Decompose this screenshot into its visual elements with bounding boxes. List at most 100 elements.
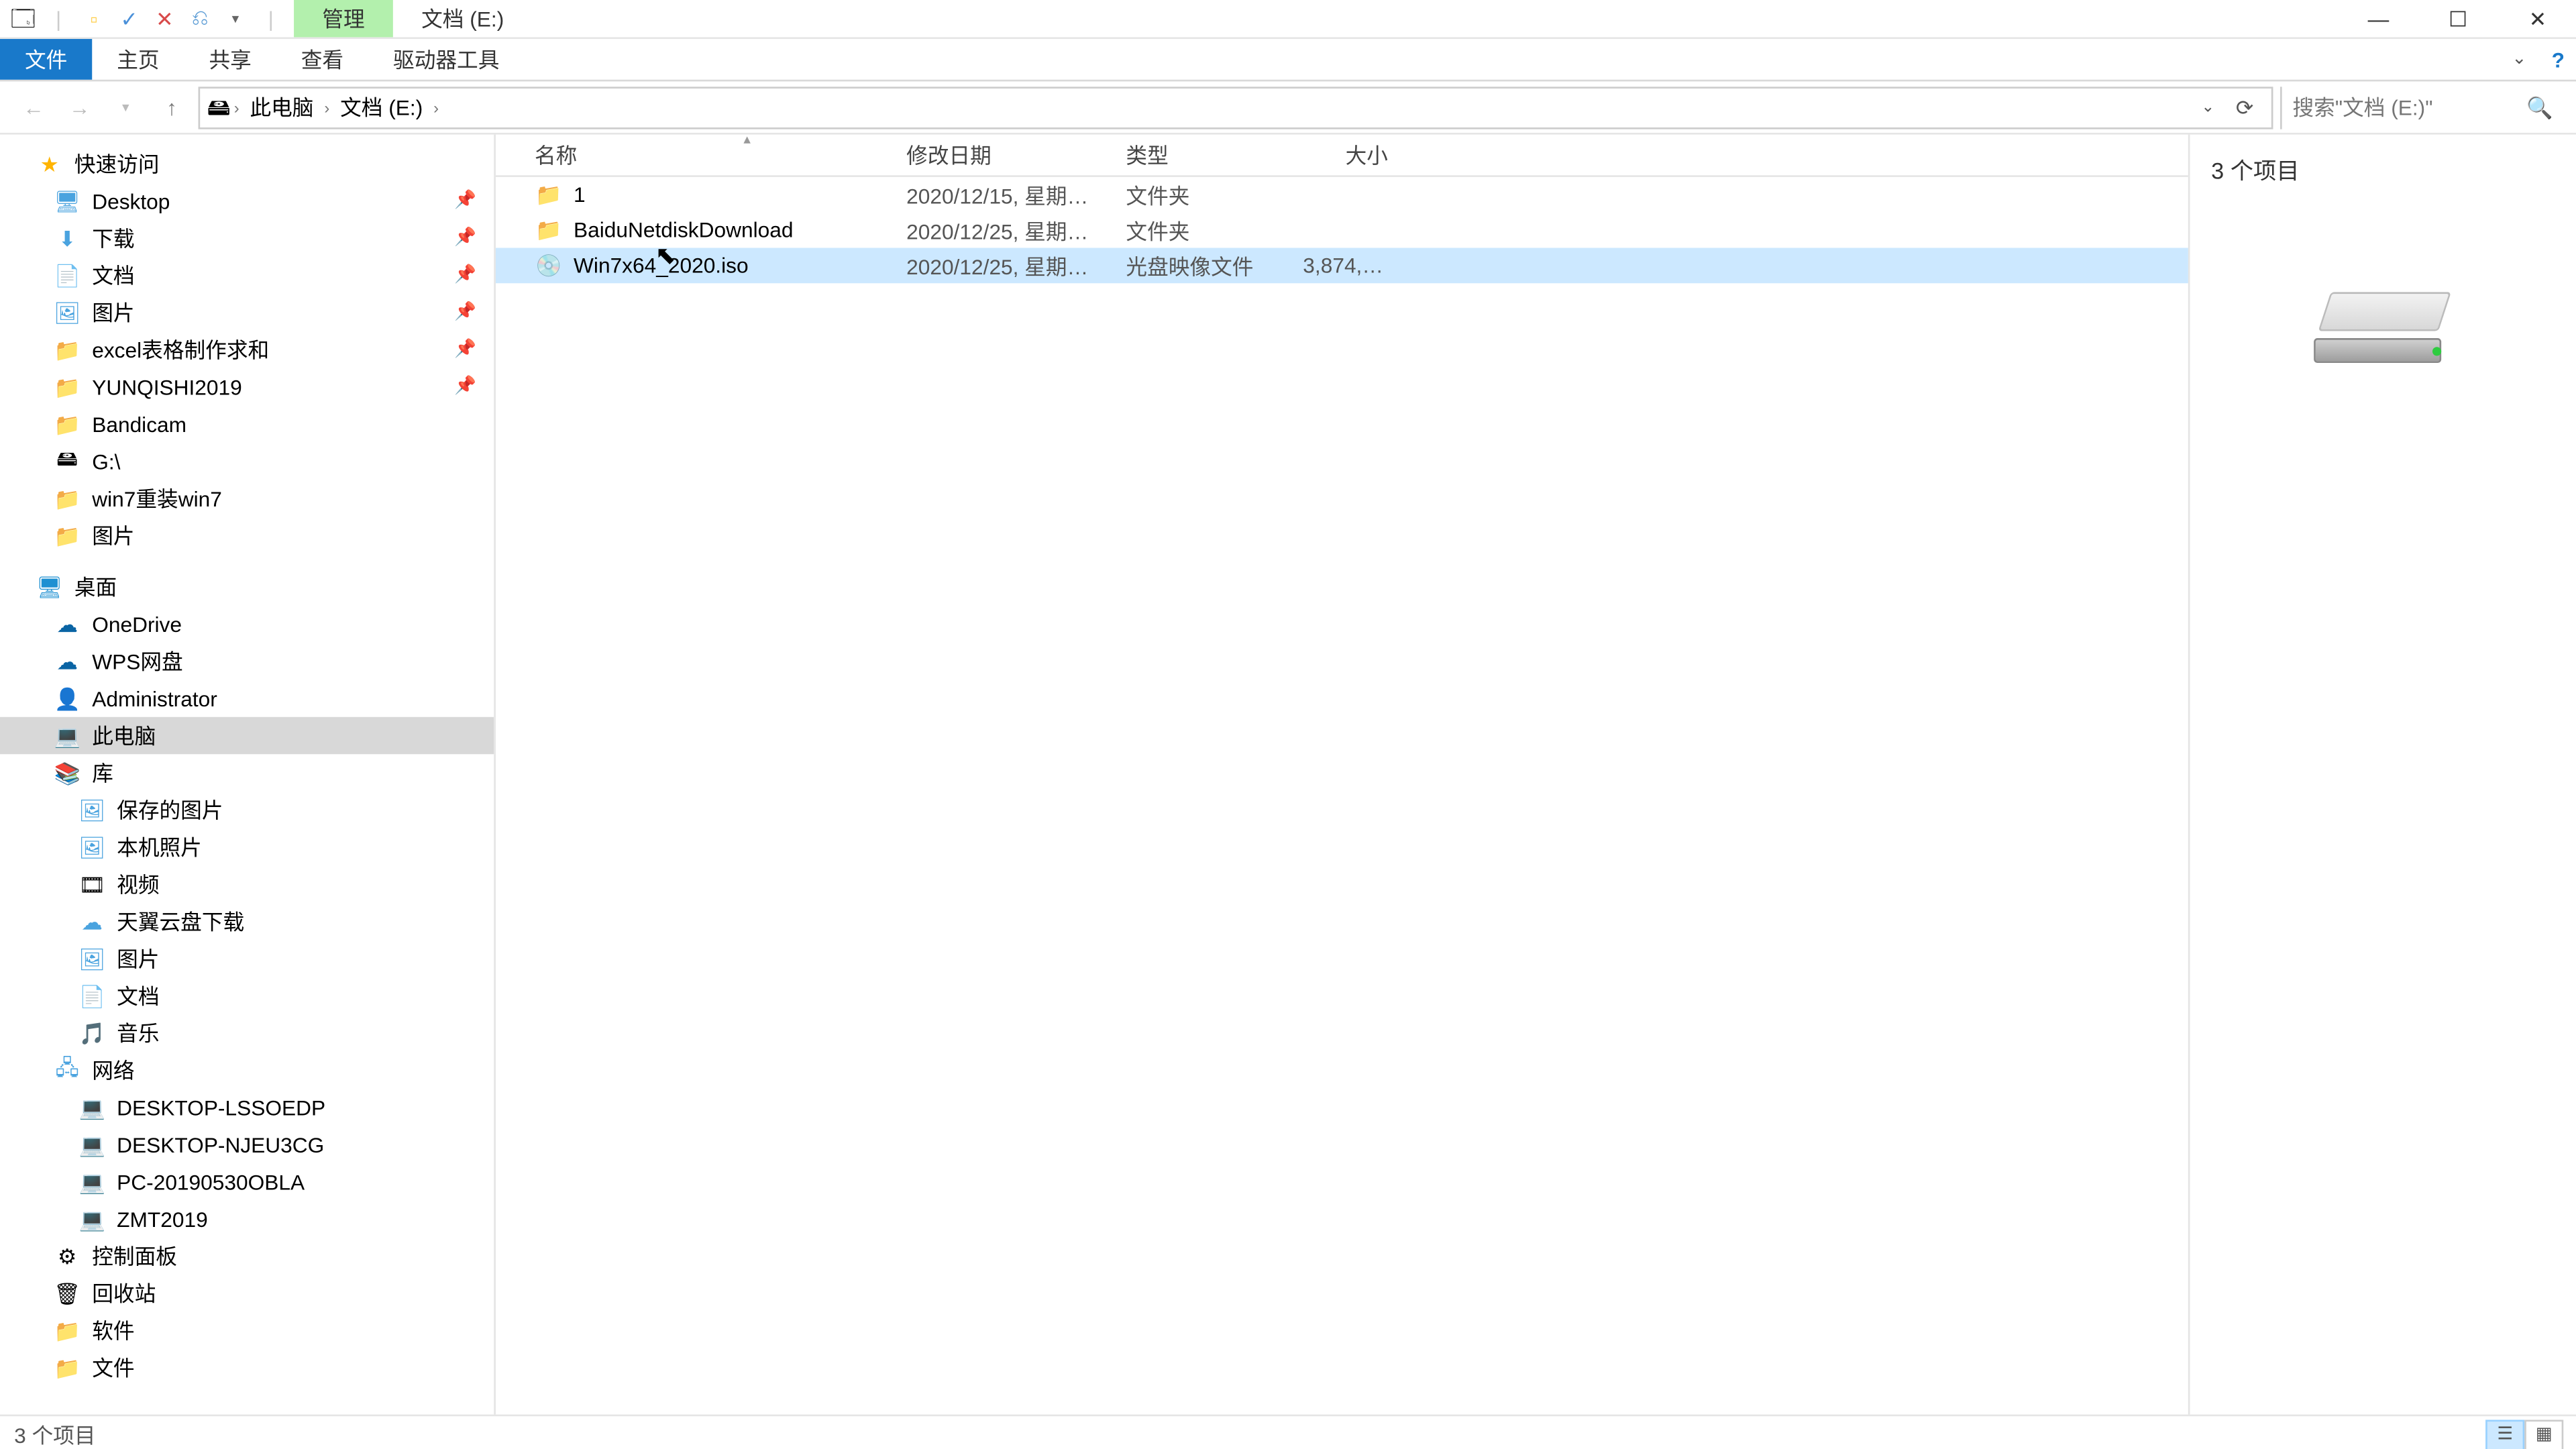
qat-properties-icon[interactable]: ▫ <box>78 3 110 35</box>
tree-item[interactable]: 🖥Desktop📌 <box>0 182 494 219</box>
tree-item[interactable]: 🖼图片 <box>0 940 494 977</box>
documents-icon: 📄 <box>78 981 106 1010</box>
breadcrumb-segment[interactable]: 文档 (E:) <box>333 92 430 122</box>
tree-item[interactable]: 📁图片 <box>0 517 494 554</box>
tree-label: 控制面板 <box>92 1241 177 1271</box>
iso-icon: 💿 <box>535 252 563 280</box>
tree-item[interactable]: 📄文档📌 <box>0 257 494 294</box>
tree-item-this-pc[interactable]: 💻此电脑 <box>0 717 494 754</box>
column-type[interactable]: 类型 <box>1112 140 1289 170</box>
app-icon[interactable]: 🗔 <box>7 3 40 35</box>
chevron-right-icon[interactable]: › <box>433 98 439 115</box>
ribbon-expand-icon[interactable]: ⌄ <box>2500 39 2538 80</box>
folder-icon: 📁 <box>53 484 81 513</box>
back-button[interactable]: ← <box>14 88 53 127</box>
file-name: 1 <box>574 182 586 207</box>
search-box[interactable]: 🔍 <box>2280 86 2563 128</box>
tree-item[interactable]: 📁win7重装win7 <box>0 480 494 517</box>
tree-label: 下载 <box>92 223 134 254</box>
navigation-pane[interactable]: ★ 快速访问 🖥Desktop📌 ⬇下载📌 📄文档📌 🖼图片📌 📁excel表格… <box>0 135 496 1415</box>
file-list[interactable]: 名称▴ 修改日期 类型 大小 📁1 2020/12/15, 星期二 1... 文… <box>496 135 2188 1415</box>
search-input[interactable] <box>2293 95 2553 119</box>
up-button[interactable]: ↑ <box>152 88 191 127</box>
search-icon[interactable]: 🔍 <box>2526 95 2553 119</box>
pc-icon: 💻 <box>78 1130 106 1159</box>
sort-asc-icon: ▴ <box>743 131 751 147</box>
tree-item[interactable]: ☁天翼云盘下载 <box>0 903 494 940</box>
tree-item[interactable]: 📄 文档 <box>0 977 494 1014</box>
tree-item[interactable]: 💻 DESKTOP-NJEU3CG <box>0 1126 494 1163</box>
qat-new-folder-icon[interactable]: ✓ <box>113 3 146 35</box>
view-large-icons-button[interactable]: ▦ <box>2524 1419 2563 1449</box>
network-icon: 🖧 <box>53 1056 81 1084</box>
tree-desktop[interactable]: 🖥桌面 <box>0 568 494 605</box>
tree-item[interactable]: 🖼保存的图片 <box>0 792 494 828</box>
column-name[interactable]: 名称▴ <box>521 140 892 170</box>
tree-label: Bandicam <box>92 412 186 437</box>
column-date[interactable]: 修改日期 <box>892 140 1112 170</box>
address-dropdown-icon[interactable]: ⌄ <box>2194 97 2222 117</box>
tree-item[interactable]: 🖼本机照片 <box>0 828 494 865</box>
view-details-button[interactable]: ☰ <box>2485 1419 2524 1449</box>
ribbon-tab-drive-tools[interactable]: 驱动器工具 <box>368 39 524 80</box>
qat-undo-icon[interactable]: ⎌ <box>184 3 216 35</box>
recent-locations-dropdown[interactable]: ▾ <box>106 88 145 127</box>
refresh-icon[interactable]: ⟳ <box>2225 95 2264 119</box>
title-bar: 🗔 | ▫ ✓ ✕ ⎌ ▾ | 管理 文档 (E:) — ☐ ✕ <box>0 0 2576 39</box>
chevron-right-icon[interactable]: › <box>234 98 239 115</box>
pc-icon: 💻 <box>78 1167 106 1195</box>
onedrive-icon: ☁ <box>53 610 81 638</box>
ribbon-tab-file[interactable]: 文件 <box>0 39 92 80</box>
tree-label: YUNQISHI2019 <box>92 374 242 399</box>
tree-item[interactable]: ☁OneDrive <box>0 606 494 643</box>
folder-icon: 📁 <box>53 373 81 401</box>
tree-label: 文件 <box>92 1352 134 1383</box>
tree-item[interactable]: 📁Bandicam <box>0 405 494 442</box>
tree-item[interactable]: ⚙控制面板 <box>0 1238 494 1275</box>
tree-item[interactable]: 🖼图片📌 <box>0 294 494 331</box>
tree-item[interactable]: 📁excel表格制作求和📌 <box>0 331 494 368</box>
desktop-icon: 🖥 <box>36 573 64 601</box>
ribbon-tab-share[interactable]: 共享 <box>184 39 276 80</box>
maximize-button[interactable]: ☐ <box>2418 0 2498 37</box>
address-bar[interactable]: 🖴 › 此电脑 › 文档 (E:) › ⌄ ⟳ <box>199 86 2273 128</box>
tree-item[interactable]: 💻ZMT2019 <box>0 1200 494 1237</box>
qat-dropdown-icon[interactable]: ▾ <box>219 3 252 35</box>
pin-icon: 📌 <box>454 377 476 396</box>
tree-item[interactable]: 💻DESKTOP-LSSOEDP <box>0 1089 494 1126</box>
tree-quick-access[interactable]: ★ 快速访问 <box>0 145 494 182</box>
ribbon-tab-view[interactable]: 查看 <box>276 39 368 80</box>
chevron-right-icon[interactable]: › <box>324 98 329 115</box>
file-row[interactable]: 📁1 2020/12/15, 星期二 1... 文件夹 <box>496 177 2188 213</box>
tree-item[interactable]: 🎵音乐 <box>0 1014 494 1051</box>
breadcrumb-root[interactable]: 此电脑 <box>243 92 321 122</box>
forward-button[interactable]: → <box>60 88 99 127</box>
file-row-selected[interactable]: 💿Win7x64_2020.iso 2020/12/25, 星期五 1... 光… <box>496 248 2188 283</box>
file-name: BaiduNetdiskDownload <box>574 218 793 243</box>
tree-item[interactable]: 🎞视频 <box>0 865 494 902</box>
ribbon-tab-home[interactable]: 主页 <box>92 39 184 80</box>
tree-item[interactable]: 🖴G:\ <box>0 443 494 480</box>
minimize-button[interactable]: — <box>2339 0 2418 37</box>
tree-item[interactable]: 🗑回收站 <box>0 1275 494 1311</box>
tree-item[interactable]: ☁WPS网盘 <box>0 643 494 680</box>
tree-label: 文档 <box>117 981 159 1011</box>
tree-item[interactable]: 📁 YUNQISHI2019 📌 <box>0 368 494 405</box>
tree-item[interactable]: 📚库 <box>0 754 494 791</box>
column-size[interactable]: 大小 <box>1289 140 1402 170</box>
close-button[interactable]: ✕ <box>2498 0 2576 37</box>
tree-network[interactable]: 🖧网络 <box>0 1052 494 1089</box>
navigation-bar: ← → ▾ ↑ 🖴 › 此电脑 › 文档 (E:) › ⌄ ⟳ 🔍 <box>0 81 2576 134</box>
folder-icon: 📁 <box>535 216 563 244</box>
tree-item[interactable]: 👤Administrator <box>0 680 494 716</box>
qat-delete-icon[interactable]: ✕ <box>149 3 181 35</box>
tree-item[interactable]: ⬇下载📌 <box>0 219 494 256</box>
tree-item[interactable]: 💻PC-20190530OBLA <box>0 1163 494 1200</box>
help-icon[interactable]: ? <box>2538 39 2576 80</box>
tree-label: 软件 <box>92 1316 134 1346</box>
tree-item[interactable]: 📁软件 <box>0 1311 494 1348</box>
explorer-body: ★ 快速访问 🖥Desktop📌 ⬇下载📌 📄文档📌 🖼图片📌 📁excel表格… <box>0 135 2576 1415</box>
tree-label: DESKTOP-NJEU3CG <box>117 1132 324 1157</box>
file-row[interactable]: 📁BaiduNetdiskDownload 2020/12/25, 星期五 1.… <box>496 213 2188 248</box>
tree-item[interactable]: 📁文件 <box>0 1349 494 1386</box>
